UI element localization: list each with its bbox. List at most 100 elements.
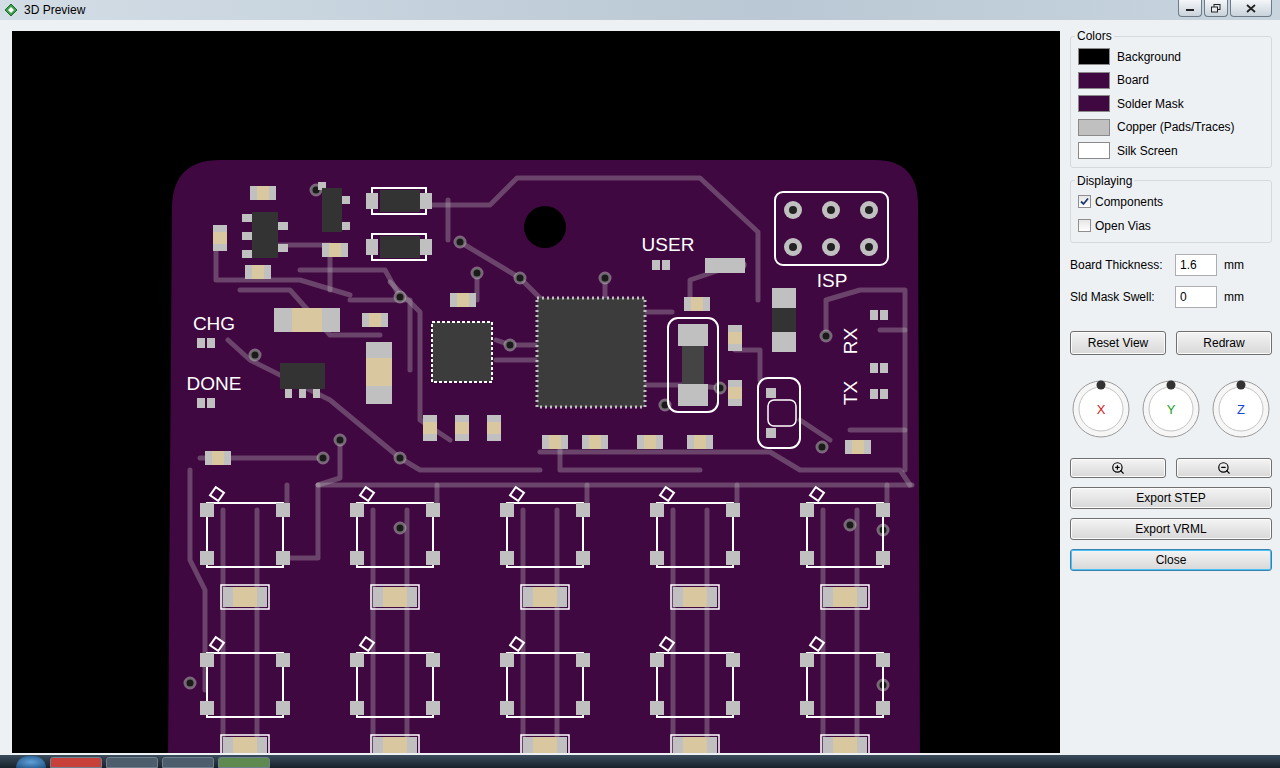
field-row: Sld Mask Swell:0 mm [1070,285,1272,309]
zoom-in-button[interactable] [1070,458,1166,478]
transistor [318,182,350,232]
silkscreen-label: RX [840,327,861,354]
resistor [845,440,871,454]
pcb-render[interactable]: CHGDONEUSERISPRXTX [12,31,1060,753]
field-unit: mm [1224,290,1244,304]
color-swatch[interactable] [1078,95,1110,112]
color-label: Board [1117,73,1149,87]
resistor [250,186,276,200]
mounting-hole [524,206,566,248]
checkbox[interactable] [1078,195,1091,208]
axis-dial[interactable]: Y [1141,379,1201,439]
check-icon [1079,196,1090,207]
view-buttons: Reset View Redraw [1070,331,1272,355]
resistor [687,435,713,449]
svg-text:X: X [1097,402,1106,417]
vias [185,185,888,690]
resistor [205,451,231,465]
view-button[interactable]: Redraw [1176,331,1272,355]
led [870,389,888,399]
color-row[interactable]: Solder Mask [1078,92,1265,116]
field-label: Sld Mask Swell: [1070,290,1175,304]
zoom-out-button[interactable] [1176,458,1272,478]
taskbar-item[interactable] [218,757,270,768]
taskbar-item[interactable] [162,757,214,768]
zoom-out-icon [1217,461,1231,475]
minimize-button[interactable] [1178,0,1202,17]
checkbox-row[interactable]: Open Vias [1078,214,1265,238]
resistor [637,435,663,449]
silkscreen-label: ISP [817,270,848,291]
resistor [245,265,271,279]
view-button[interactable]: Reset View [1070,331,1166,355]
checkbox-row[interactable]: Components [1078,190,1265,214]
start-orb[interactable] [16,756,46,768]
field-input[interactable]: 1.6 [1175,254,1217,276]
title-bar: 3D Preview [0,0,1280,20]
regulator [242,212,288,258]
app-icon [4,3,18,17]
action-button[interactable]: Export STEP [1070,487,1272,509]
action-button[interactable]: Export VRML [1070,518,1272,540]
traces [190,178,912,753]
taskbar-item[interactable] [50,757,102,768]
close-icon [1246,4,1256,13]
resistor [362,313,388,327]
settings-panel: Colors Background Board Solder Mask Copper (… [1060,20,1280,755]
resistor [322,243,348,257]
color-row[interactable]: Board [1078,69,1265,93]
color-row[interactable]: Silk Screen [1078,139,1265,163]
led [197,398,215,408]
color-swatch[interactable] [1078,119,1110,136]
silkscreen-label: CHG [193,313,235,334]
resistor [423,415,437,441]
color-swatch[interactable] [1078,48,1110,65]
color-label: Solder Mask [1117,97,1184,111]
tactile-switch [200,487,290,609]
field-unit: mm [1224,258,1244,272]
maximize-button[interactable] [1204,0,1228,17]
checkbox[interactable] [1078,219,1091,232]
tactile-switch [200,637,290,753]
field-input[interactable]: 0 [1175,286,1217,308]
group-title: Displaying [1075,174,1134,188]
taskbar [0,755,1280,768]
color-swatch[interactable] [1078,72,1110,89]
taskbar-item[interactable] [106,757,158,768]
displaying-group: Displaying ComponentsOpen Vias [1070,174,1272,243]
window-title: 3D Preview [24,3,1178,17]
led [870,310,888,320]
fuse [772,288,796,352]
color-swatch[interactable] [1078,142,1110,159]
inductor [705,258,745,273]
close-window-button[interactable] [1230,0,1272,17]
axis-dial[interactable]: Z [1211,379,1271,439]
silkscreen-label: DONE [187,373,242,394]
color-row[interactable]: Background [1078,45,1265,69]
resistor [455,415,469,441]
svg-text:Y: Y [1167,402,1176,417]
minimize-icon [1185,4,1195,12]
mcu-chip [537,298,645,407]
action-button[interactable]: Close [1070,549,1272,571]
resistor [728,325,742,351]
sot-transistor [280,363,325,398]
led [870,363,888,373]
color-row[interactable]: Copper (Pads/Traces) [1078,116,1265,140]
zoom-in-icon [1111,461,1125,475]
diode [366,188,432,214]
color-label: Copper (Pads/Traces) [1117,120,1235,134]
window-controls [1178,0,1272,17]
tactile-switch [650,637,740,753]
solder-mask [170,162,918,753]
group-title: Colors [1075,29,1114,43]
axis-dial[interactable]: X [1071,379,1131,439]
preview-window: 3D PreviewCHGDONEUSERISPRXTXColorsBackgr… [0,0,1280,768]
3d-viewport[interactable]: CHGDONEUSERISPRXTX [12,31,1060,753]
resistor [542,435,568,449]
diode [366,234,432,260]
board [168,160,920,753]
colors-group: Colors Background Board Solder Mask Copper (… [1070,29,1272,168]
led [197,338,215,348]
resistor [450,293,476,307]
